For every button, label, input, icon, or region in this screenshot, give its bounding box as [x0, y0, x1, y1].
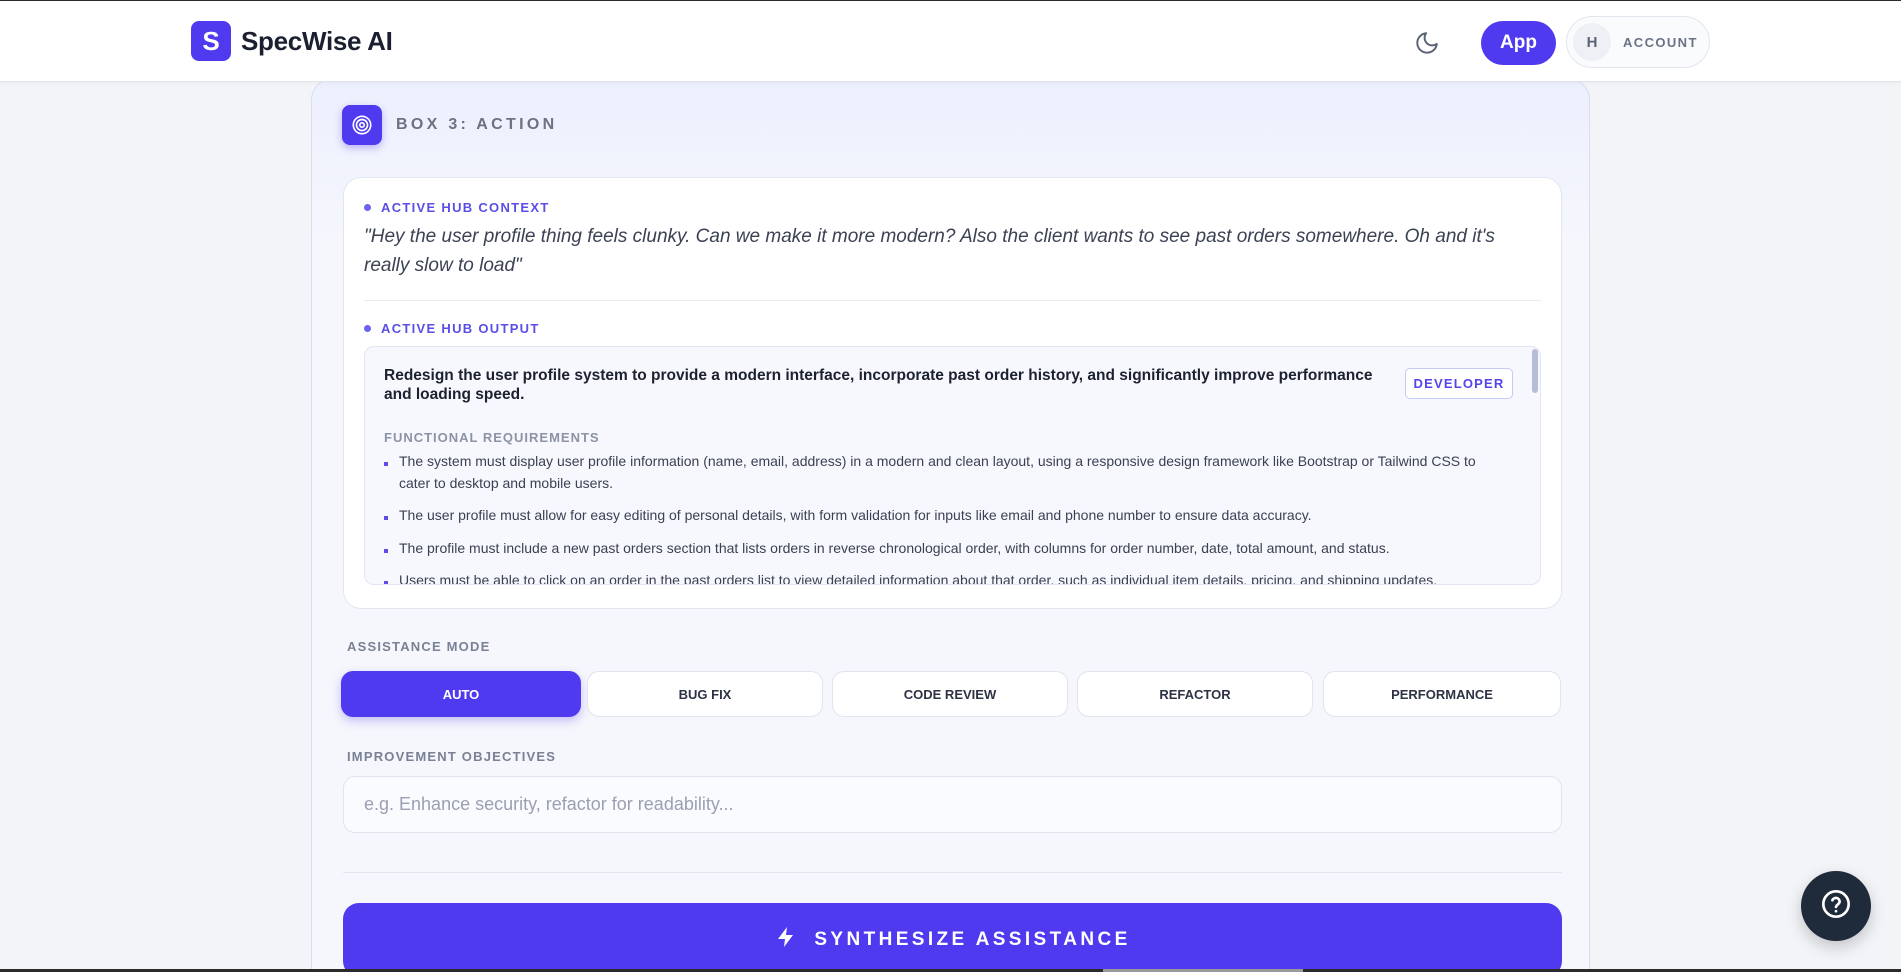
synthesize-label: SYNTHESIZE ASSISTANCE	[814, 929, 1131, 950]
hub-output-scroll-area[interactable]: Redesign the user profile system to prov…	[364, 346, 1541, 585]
assistance-mode-group: AUTO BUG FIX CODE REVIEW REFACTOR PERFOR…	[341, 671, 1562, 717]
list-item: Users must be able to click on an order …	[384, 570, 1509, 584]
help-button[interactable]	[1801, 871, 1871, 941]
divider	[343, 872, 1562, 873]
requirements-list: The system must display user profile inf…	[384, 451, 1509, 584]
active-hub-panel: ACTIVE HUB CONTEXT "Hey the user profile…	[343, 177, 1562, 609]
account-label: ACCOUNT	[1623, 34, 1698, 50]
brand-logo[interactable]: S SpecWise AI	[191, 21, 393, 61]
scrollbar-thumb[interactable]	[1532, 349, 1538, 393]
mode-bug-fix-button[interactable]: BUG FIX	[587, 671, 823, 717]
moon-icon[interactable]	[1414, 30, 1440, 56]
context-label: ACTIVE HUB CONTEXT	[364, 200, 550, 215]
output-label-text: ACTIVE HUB OUTPUT	[381, 321, 540, 336]
list-item: The system must display user profile inf…	[384, 451, 1509, 494]
context-label-text: ACTIVE HUB CONTEXT	[381, 200, 550, 215]
output-label: ACTIVE HUB OUTPUT	[364, 321, 540, 336]
avatar: H	[1573, 23, 1611, 61]
requirements-heading: FUNCTIONAL REQUIREMENTS	[384, 430, 600, 445]
list-item: The profile must include a new past orde…	[384, 538, 1509, 560]
box-header: BOX 3: ACTION	[342, 105, 557, 145]
improvement-objectives-input[interactable]	[343, 776, 1562, 833]
account-button[interactable]: H ACCOUNT	[1566, 16, 1710, 68]
bullet-dot-icon	[364, 325, 371, 332]
action-box-card: BOX 3: ACTION ACTIVE HUB CONTEXT "Hey th…	[311, 78, 1590, 972]
mode-refactor-button[interactable]: REFACTOR	[1077, 671, 1313, 717]
role-badge: DEVELOPER	[1405, 368, 1513, 399]
improvement-objectives-label: IMPROVEMENT OBJECTIVES	[347, 749, 557, 764]
context-quote: "Hey the user profile thing feels clunky…	[364, 226, 1495, 276]
box-title: BOX 3: ACTION	[396, 116, 558, 133]
mode-auto-button[interactable]: AUTO	[341, 671, 581, 717]
target-icon	[342, 105, 382, 145]
divider	[364, 300, 1541, 301]
brand-mark: S	[191, 21, 231, 61]
lightning-icon	[774, 925, 798, 955]
brand-name: SpecWise AI	[241, 25, 393, 56]
help-circle-icon	[1820, 888, 1852, 925]
list-item: The user profile must allow for easy edi…	[384, 505, 1509, 527]
app-button[interactable]: App	[1481, 21, 1556, 65]
top-navigation-bar: S SpecWise AI App H ACCOUNT	[0, 0, 1901, 82]
bullet-dot-icon	[364, 204, 371, 211]
mode-performance-button[interactable]: PERFORMANCE	[1323, 671, 1561, 717]
assistance-mode-label: ASSISTANCE MODE	[347, 639, 491, 654]
synthesize-assistance-button[interactable]: SYNTHESIZE ASSISTANCE	[343, 903, 1562, 972]
output-summary: Redesign the user profile system to prov…	[384, 367, 1373, 403]
mode-code-review-button[interactable]: CODE REVIEW	[832, 671, 1068, 717]
